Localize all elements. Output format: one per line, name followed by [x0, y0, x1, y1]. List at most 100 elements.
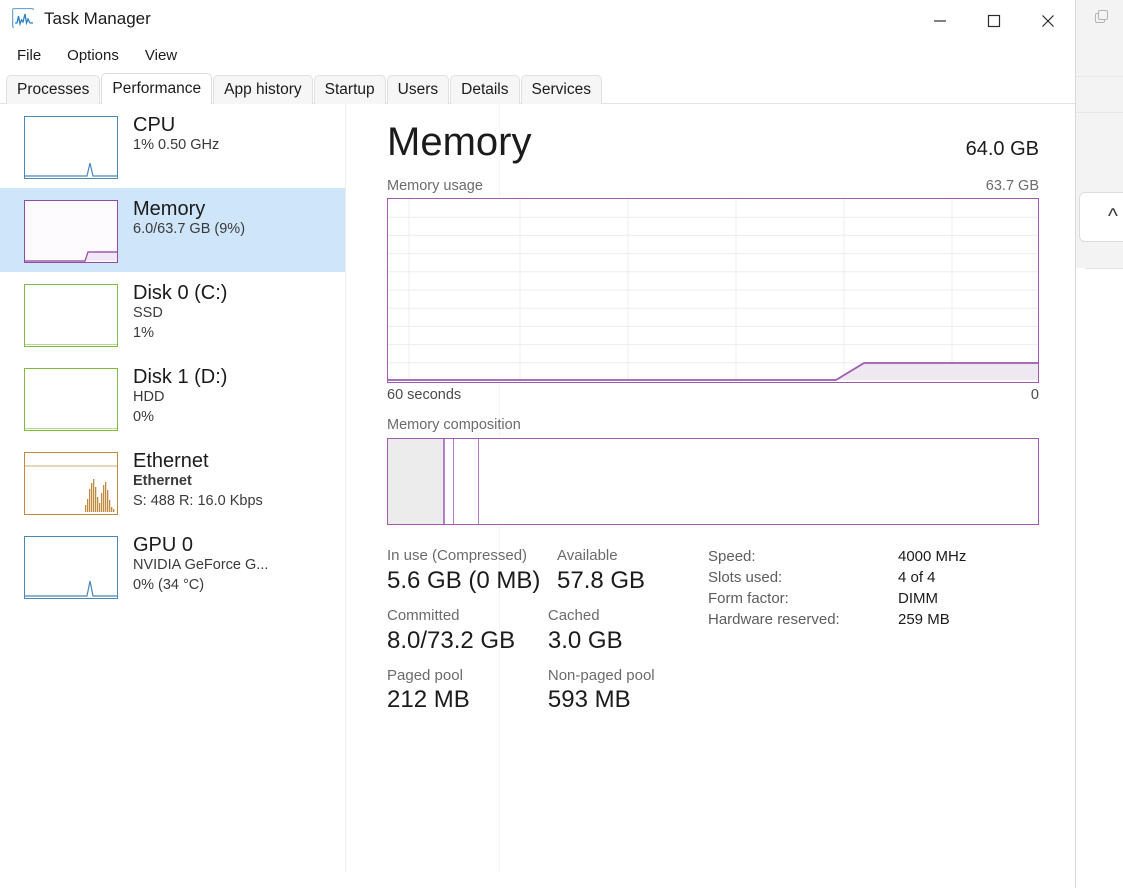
sidebar-item-detail: S: 488 R: 16.0 Kbps [133, 492, 263, 509]
sidebar-item-label: CPU [133, 114, 176, 136]
menu-bar: File Options View [0, 42, 1075, 69]
sidebar-item-memory[interactable]: Memory 6.0/63.7 GB (9%) [0, 188, 345, 272]
sidebar-item-ethernet[interactable]: Ethernet Ethernet S: 488 R: 16.0 Kbps [0, 440, 345, 524]
stats-row: In use (Compressed) 5.6 GB (0 MB) Availa… [387, 547, 698, 596]
resource-sidebar: CPU 1% 0.50 GHz Memory 6.0/63.7 GB (9%) [0, 104, 346, 872]
sidebar-item-detail: 1% 0.50 GHz [133, 137, 220, 154]
sidebar-item-label: Memory [133, 198, 206, 220]
sidebar-item-detail: 6.0/63.7 GB (9%) [133, 221, 246, 238]
spec-row-form-factor: Form factor: DIMM [708, 590, 966, 607]
tab-strip: Processes Performance App history Startu… [0, 73, 1075, 105]
sidebar-item-detail: SSD [133, 305, 163, 322]
stat-value: 212 MB [387, 686, 470, 714]
composition-segment-in-use [388, 439, 444, 524]
sidebar-item-disk-0[interactable]: Disk 0 (C:) SSD 1% [0, 272, 345, 356]
sidebar-item-detail: 0% (34 °C) [133, 576, 205, 593]
performance-body: CPU 1% 0.50 GHz Memory 6.0/63.7 GB (9%) [0, 104, 1075, 872]
spec-row-hardware-reserved: Hardware reserved: 259 MB [708, 611, 966, 628]
spec-value: 4000 MHz [898, 548, 967, 565]
spec-row-speed: Speed: 4000 MHz [708, 548, 966, 565]
composition-divider [477, 439, 480, 524]
background-window-divider [1075, 76, 1123, 77]
stat-value: 3.0 GB [547, 626, 623, 654]
usage-graph-title: Memory usage [387, 178, 483, 194]
sidebar-item-cpu[interactable]: CPU 1% 0.50 GHz [0, 104, 345, 188]
cpu-thumbnail-graph [24, 116, 118, 179]
minimize-button[interactable] [913, 0, 967, 42]
tab-app-history[interactable]: App history [213, 75, 313, 104]
spec-value: 259 MB [898, 611, 950, 628]
stat-available: Available 57.8 GB [535, 547, 698, 596]
spec-value: 4 of 4 [898, 569, 936, 586]
memory-composition-bar [387, 438, 1039, 525]
spec-row-slots-used: Slots used: 4 of 4 [708, 569, 966, 586]
stat-cached: Cached 3.0 GB [526, 607, 698, 656]
stat-label: In use (Compressed) [387, 547, 528, 564]
gpu0-thumbnail-graph [24, 536, 118, 599]
stat-value: 5.6 GB (0 MB) [387, 566, 541, 594]
tab-performance[interactable]: Performance [101, 73, 213, 105]
memory-specs: Speed: 4000 MHz Slots used: 4 of 4 Form … [698, 547, 966, 726]
stat-committed: Committed 8.0/73.2 GB [387, 607, 526, 656]
usage-graph-max: 63.7 GB [985, 178, 1039, 194]
composition-divider [443, 439, 445, 524]
menu-item-options[interactable]: Options [64, 45, 122, 66]
memory-usage-graph [387, 198, 1039, 383]
maximize-button[interactable] [967, 0, 1021, 42]
task-manager-icon [12, 8, 34, 28]
spec-label: Slots used: [708, 569, 783, 586]
menu-item-file[interactable]: File [14, 45, 44, 66]
memory-statistics: In use (Compressed) 5.6 GB (0 MB) Availa… [346, 547, 1075, 726]
usage-graph-axis: 60 seconds 0 [387, 387, 1039, 403]
tab-startup[interactable]: Startup [313, 75, 386, 104]
page-title: Memory [387, 120, 532, 164]
sidebar-item-gpu-0[interactable]: GPU 0 NVIDIA GeForce G... 0% (34 °C) [0, 524, 345, 608]
axis-label-left: 60 seconds [387, 387, 462, 403]
copy-icon[interactable] [1095, 10, 1109, 24]
disk0-thumbnail-graph [24, 284, 118, 347]
spec-label: Speed: [708, 548, 756, 565]
background-divider [1085, 268, 1123, 269]
sidebar-item-disk-1[interactable]: Disk 1 (D:) HDD 0% [0, 356, 345, 440]
stat-in-use: In use (Compressed) 5.6 GB (0 MB) [387, 547, 541, 596]
spec-label: Form factor: [708, 590, 789, 607]
tab-processes[interactable]: Processes [6, 75, 101, 104]
background-window-divider [1075, 112, 1123, 113]
stat-label: Non-paged pool [547, 666, 655, 684]
stat-label: Available [557, 547, 618, 564]
sidebar-item-detail: Ethernet [133, 473, 192, 490]
memory-composition-label: Memory composition [387, 417, 521, 433]
tab-users[interactable]: Users [386, 75, 450, 104]
memory-thumbnail-graph [24, 200, 118, 263]
axis-label-right: 0 [1030, 387, 1039, 403]
memory-detail-panel: Memory 64.0 GB Memory usage 63.7 GB 60 s… [346, 104, 1075, 872]
sidebar-item-detail: HDD [133, 389, 165, 406]
memory-header: Memory 64.0 GB [387, 122, 1039, 162]
window-controls [913, 0, 1075, 42]
stat-value: 8.0/73.2 GB [387, 626, 516, 654]
total-memory-value: 64.0 GB [965, 138, 1039, 160]
chevron-up-icon[interactable]: ^ [1108, 205, 1118, 229]
sidebar-item-label: GPU 0 [133, 534, 194, 556]
usage-graph-labels: Memory usage 63.7 GB [387, 178, 1039, 194]
sidebar-item-detail: 1% [133, 324, 154, 341]
stat-value: 593 MB [547, 686, 631, 714]
window-title: Task Manager [44, 9, 151, 28]
sidebar-item-detail: 0% [133, 408, 154, 425]
stat-label: Committed [387, 606, 460, 624]
stat-paged-pool: Paged pool 212 MB [387, 667, 526, 716]
close-button[interactable] [1021, 0, 1075, 42]
sidebar-item-label: Ethernet [133, 450, 209, 472]
menu-item-view[interactable]: View [142, 45, 180, 66]
task-manager-window: Task Manager File Options View Processes… [0, 0, 1076, 888]
stat-label: Cached [547, 606, 600, 624]
disk1-thumbnail-graph [24, 368, 118, 431]
tab-details[interactable]: Details [450, 75, 520, 104]
sidebar-item-label: Disk 1 (D:) [133, 366, 228, 388]
stat-value: 57.8 GB [557, 566, 646, 594]
composition-divider [453, 439, 455, 524]
tab-services[interactable]: Services [520, 75, 602, 104]
sidebar-item-detail: NVIDIA GeForce G... [133, 557, 269, 574]
spec-value: DIMM [898, 590, 938, 607]
memory-stats-grid: In use (Compressed) 5.6 GB (0 MB) Availa… [346, 547, 698, 726]
